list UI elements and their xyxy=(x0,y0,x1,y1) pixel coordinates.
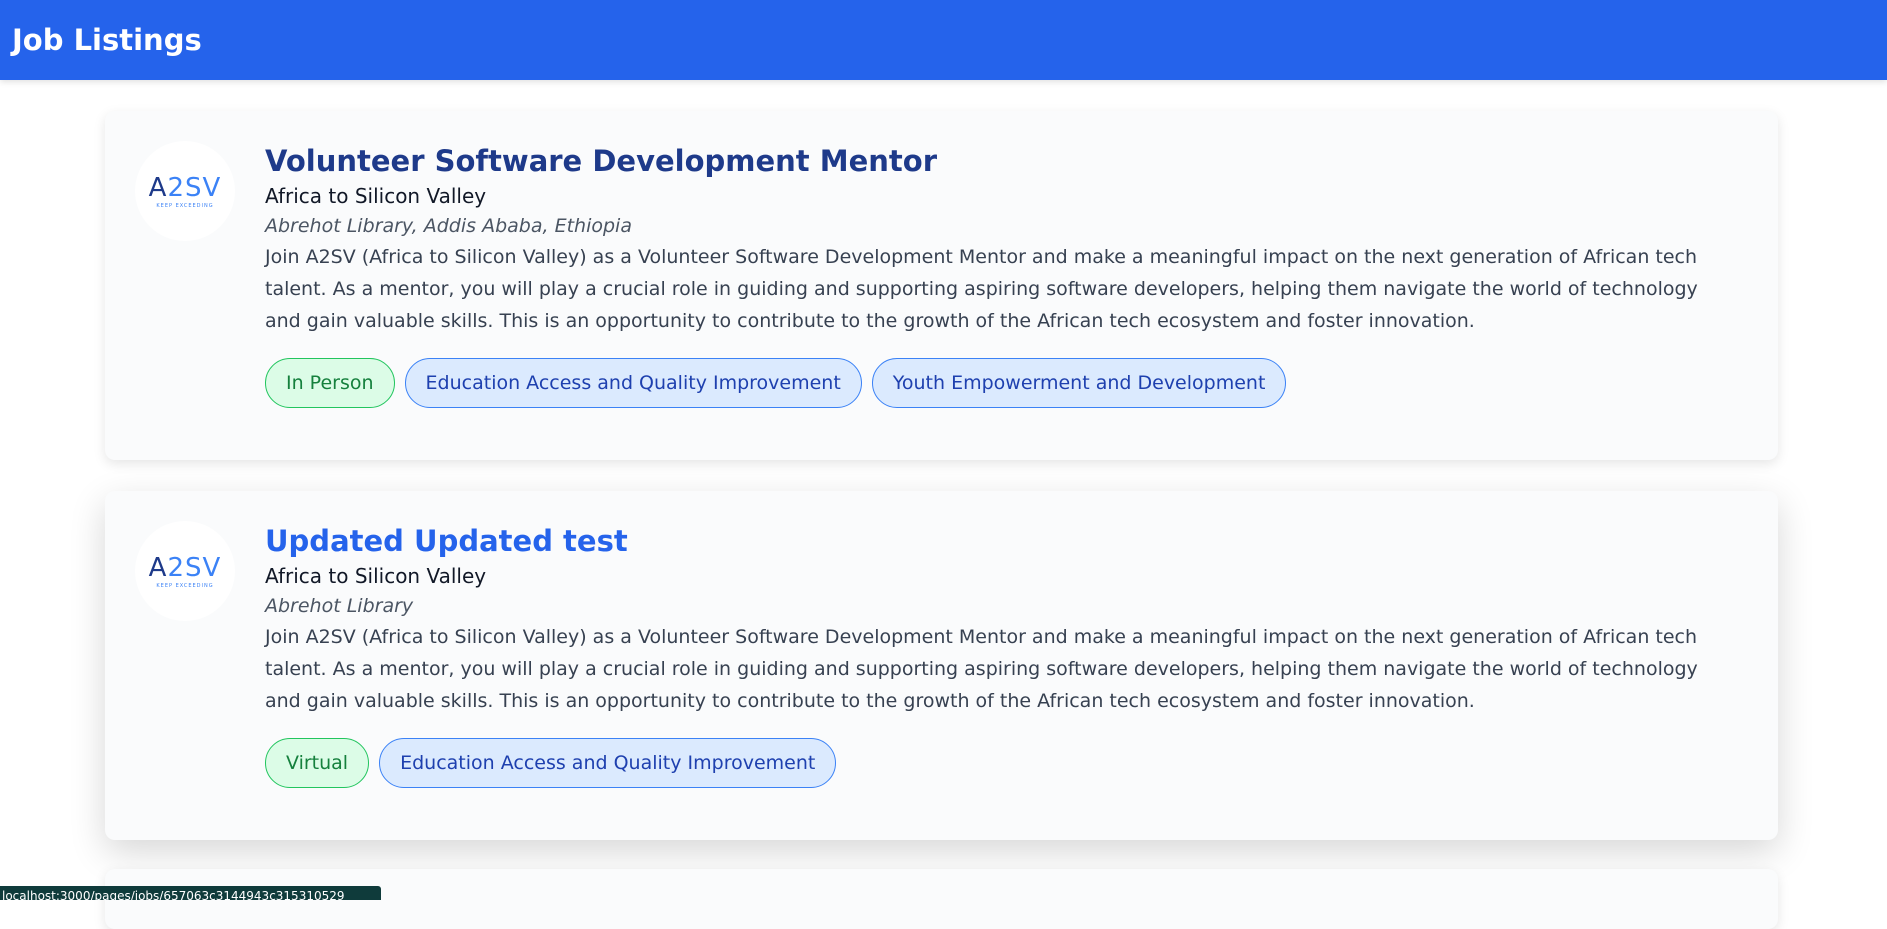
company-name: Africa to Silicon Valley xyxy=(265,184,487,208)
job-description: Join A2SV (Africa to Silicon Valley) as … xyxy=(265,626,1698,712)
tag-in-person: In Person xyxy=(265,358,395,408)
tag-education-access: Education Access and Quality Improvement xyxy=(379,738,837,788)
page-title: Job Listings xyxy=(12,23,202,57)
job-content: Volunteer Software Development Mentor Af… xyxy=(265,141,1725,408)
job-tags: Virtual Education Access and Quality Imp… xyxy=(265,738,1725,788)
job-location: Abrehot Library xyxy=(265,595,414,617)
company-logo: A2SV KEEP EXCEEDING xyxy=(135,141,235,241)
job-card[interactable]: A2SV KEEP EXCEEDING Updated Updated test… xyxy=(105,491,1778,840)
tag-education-access: Education Access and Quality Improvement xyxy=(404,358,862,408)
top-navbar: Job Listings xyxy=(0,0,1887,80)
logo-tagline: KEEP EXCEEDING xyxy=(156,582,214,589)
job-tags: In Person Education Access and Quality I… xyxy=(265,358,1725,408)
status-bar-url: localhost:3000/pages/jobs/657063c3144943… xyxy=(0,886,381,900)
company-logo: A2SV KEEP EXCEEDING xyxy=(135,521,235,621)
job-title[interactable]: Updated Updated test xyxy=(265,521,1725,561)
company-name: Africa to Silicon Valley xyxy=(265,564,487,588)
logo-wordmark: A2SV xyxy=(148,552,222,583)
logo-wordmark: A2SV xyxy=(148,172,222,203)
logo-tagline: KEEP EXCEEDING xyxy=(156,202,214,209)
job-title[interactable]: Volunteer Software Development Mentor xyxy=(265,141,1725,181)
job-card[interactable]: A2SV KEEP EXCEEDING Volunteer Software D… xyxy=(105,111,1778,460)
job-description: Join A2SV (Africa to Silicon Valley) as … xyxy=(265,246,1698,332)
job-location: Abrehot Library, Addis Ababa, Ethiopia xyxy=(265,215,632,237)
tag-youth-empowerment: Youth Empowerment and Development xyxy=(871,358,1287,408)
tag-virtual: Virtual xyxy=(265,738,370,788)
job-content: Updated Updated test Africa to Silicon V… xyxy=(265,521,1725,788)
